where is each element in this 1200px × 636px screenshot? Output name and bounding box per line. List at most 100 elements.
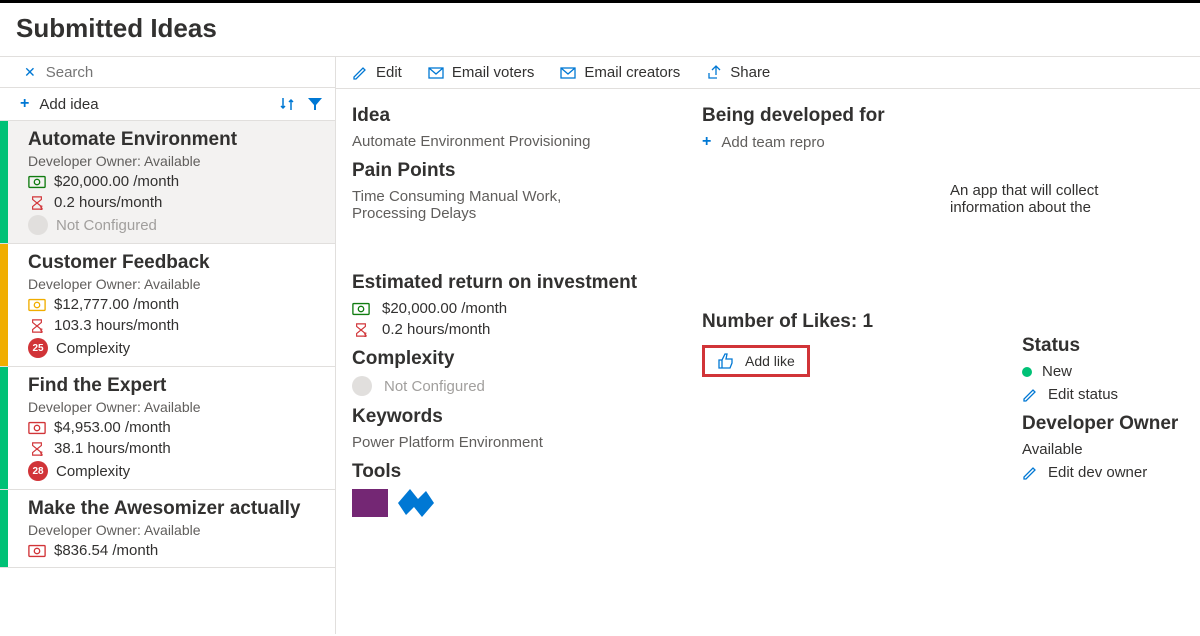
roi-money: $20,000.00 /month xyxy=(382,300,507,317)
edit-dev-owner-label: Edit dev owner xyxy=(1048,464,1147,481)
svg-text:$: $ xyxy=(40,205,44,210)
money-icon xyxy=(28,175,46,189)
likes-heading: Number of Likes: 1 xyxy=(702,311,982,333)
svg-text:$: $ xyxy=(40,451,44,456)
idea-money-row: $4,953.00 /month xyxy=(28,419,325,436)
idea-complexity: Complexity xyxy=(56,340,130,357)
edit-button[interactable]: Edit xyxy=(352,64,402,81)
share-button[interactable]: Share xyxy=(706,64,770,81)
complexity-value: Not Configured xyxy=(384,378,485,395)
add-team-button[interactable]: + Add team repro xyxy=(702,133,982,151)
tool-tile-purple[interactable] xyxy=(352,489,388,517)
add-like-label: Add like xyxy=(745,353,795,369)
svg-text:$: $ xyxy=(364,332,368,337)
idea-money-row: $20,000.00 /month xyxy=(28,173,325,190)
idea-complexity-row: 25 Complexity xyxy=(28,338,325,358)
detail-body: Idea Automate Environment Provisioning P… xyxy=(336,89,1200,537)
color-bar xyxy=(0,490,8,567)
complexity-badge: 25 xyxy=(28,338,48,358)
idea-owner: Developer Owner: Available xyxy=(28,153,325,169)
edit-status-label: Edit status xyxy=(1048,386,1118,403)
add-team-label: Add team repro xyxy=(721,134,824,151)
search-row: ✕ xyxy=(0,57,335,88)
idea-hours-row: $ 103.3 hours/month xyxy=(28,317,325,334)
idea-item-0[interactable]: Automate Environment Developer Owner: Av… xyxy=(0,121,335,244)
idea-item-3[interactable]: Make the Awesomizer actually Developer O… xyxy=(0,490,335,568)
edit-label: Edit xyxy=(376,64,402,81)
complexity-badge: 28 xyxy=(28,461,48,481)
pain-heading: Pain Points xyxy=(352,160,692,182)
status-value: New xyxy=(1042,363,1072,380)
tools-icons xyxy=(352,489,692,517)
complexity-heading: Complexity xyxy=(352,348,692,370)
tool-tile-blue[interactable] xyxy=(398,489,434,517)
complexity-badge xyxy=(28,215,48,235)
idea-owner: Developer Owner: Available xyxy=(28,399,325,415)
tools-heading: Tools xyxy=(352,461,692,483)
roi-hours: 0.2 hours/month xyxy=(382,321,490,338)
close-icon[interactable]: ✕ xyxy=(24,64,36,81)
idea-money: $20,000.00 /month xyxy=(54,173,179,190)
roi-money-row: $20,000.00 /month xyxy=(352,300,692,317)
add-like-button[interactable]: Add like xyxy=(702,345,810,377)
plus-icon: + xyxy=(20,95,29,113)
email-voters-button[interactable]: Email voters xyxy=(428,64,535,81)
sort-icon[interactable] xyxy=(279,96,295,112)
idea-hours: 0.2 hours/month xyxy=(54,194,162,211)
money-icon xyxy=(28,544,46,558)
complexity-badge xyxy=(352,376,372,396)
filter-icon[interactable] xyxy=(307,96,323,112)
detail-col-right: Status New Edit status Developer Owner A… xyxy=(992,105,1184,517)
thumb-up-icon xyxy=(717,352,735,370)
add-idea-row[interactable]: + Add idea xyxy=(0,88,335,121)
pencil-icon xyxy=(1022,465,1038,481)
share-icon xyxy=(706,65,722,81)
dev-owner-heading: Developer Owner xyxy=(1022,413,1184,435)
edit-dev-owner-button[interactable]: Edit dev owner xyxy=(1022,464,1184,481)
roi-hours-row: $ 0.2 hours/month xyxy=(352,321,692,338)
search-input[interactable] xyxy=(46,64,323,81)
idea-money: $12,777.00 /month xyxy=(54,296,179,313)
page-title: Submitted Ideas xyxy=(0,3,1200,56)
idea-complexity: Complexity xyxy=(56,463,130,480)
share-label: Share xyxy=(730,64,770,81)
idea-item-1[interactable]: Customer Feedback Developer Owner: Avail… xyxy=(0,244,335,367)
color-bar xyxy=(0,244,8,366)
hourglass-icon: $ xyxy=(352,323,370,337)
idea-money-row: $12,777.00 /month xyxy=(28,296,325,313)
color-bar xyxy=(0,121,8,243)
money-icon xyxy=(28,421,46,435)
idea-item-2[interactable]: Find the Expert Developer Owner: Availab… xyxy=(0,367,335,490)
complexity-row: Not Configured xyxy=(352,376,692,396)
sidebar: ✕ + Add idea Automate Environment Develo… xyxy=(0,57,336,634)
pain-value: Time Consuming Manual Work, Processing D… xyxy=(352,188,612,222)
idea-money: $4,953.00 /month xyxy=(54,419,171,436)
svg-text:$: $ xyxy=(40,328,44,333)
detail-col-mid: Being developed for + Add team repro Num… xyxy=(702,105,982,517)
plus-icon: + xyxy=(702,133,711,151)
status-heading: Status xyxy=(1022,335,1184,357)
hourglass-icon: $ xyxy=(28,196,46,210)
pencil-icon xyxy=(352,65,368,81)
mail-icon xyxy=(560,65,576,81)
keywords-value: Power Platform Environment xyxy=(352,434,692,451)
idea-title: Find the Expert xyxy=(28,375,325,397)
roi-heading: Estimated return on investment xyxy=(352,272,692,294)
sort-filter xyxy=(279,96,323,112)
idea-list: Automate Environment Developer Owner: Av… xyxy=(0,121,335,634)
idea-hours-row: $ 38.1 hours/month xyxy=(28,440,325,457)
idea-hours-row: $ 0.2 hours/month xyxy=(28,194,325,211)
idea-money: $836.54 /month xyxy=(54,542,158,559)
idea-complexity: Not Configured xyxy=(56,217,157,234)
status-row: New xyxy=(1022,363,1184,380)
money-icon xyxy=(352,302,370,316)
email-voters-label: Email voters xyxy=(452,64,535,81)
idea-hours: 103.3 hours/month xyxy=(54,317,179,334)
idea-value: Automate Environment Provisioning xyxy=(352,133,692,150)
idea-title: Customer Feedback xyxy=(28,252,325,274)
email-creators-button[interactable]: Email creators xyxy=(560,64,680,81)
add-idea-label: Add idea xyxy=(39,96,269,113)
edit-status-button[interactable]: Edit status xyxy=(1022,386,1184,403)
idea-title: Make the Awesomizer actually xyxy=(28,498,325,520)
idea-money-row: $836.54 /month xyxy=(28,542,325,559)
